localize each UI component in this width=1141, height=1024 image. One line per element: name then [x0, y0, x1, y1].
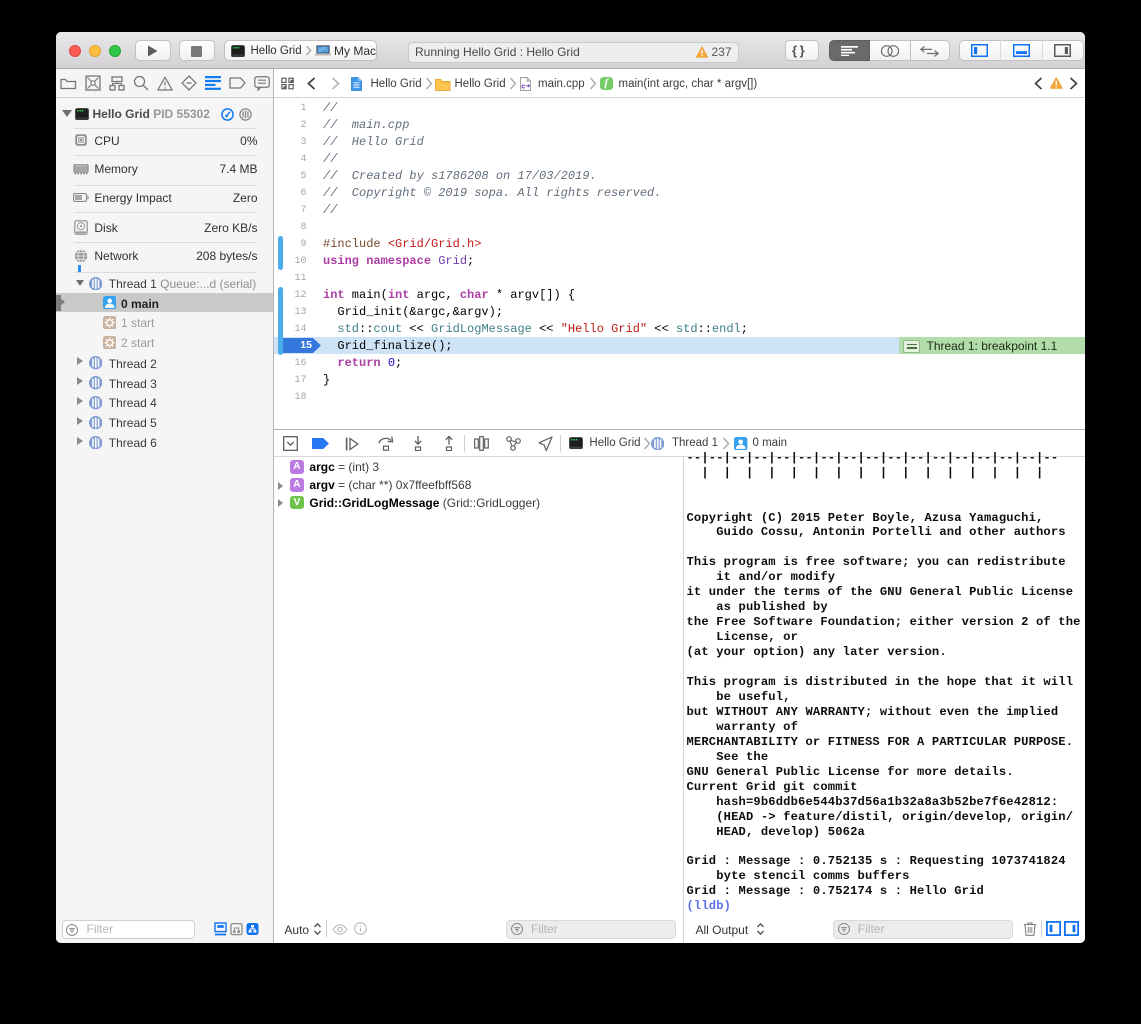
svg-text:c: c	[521, 81, 525, 90]
